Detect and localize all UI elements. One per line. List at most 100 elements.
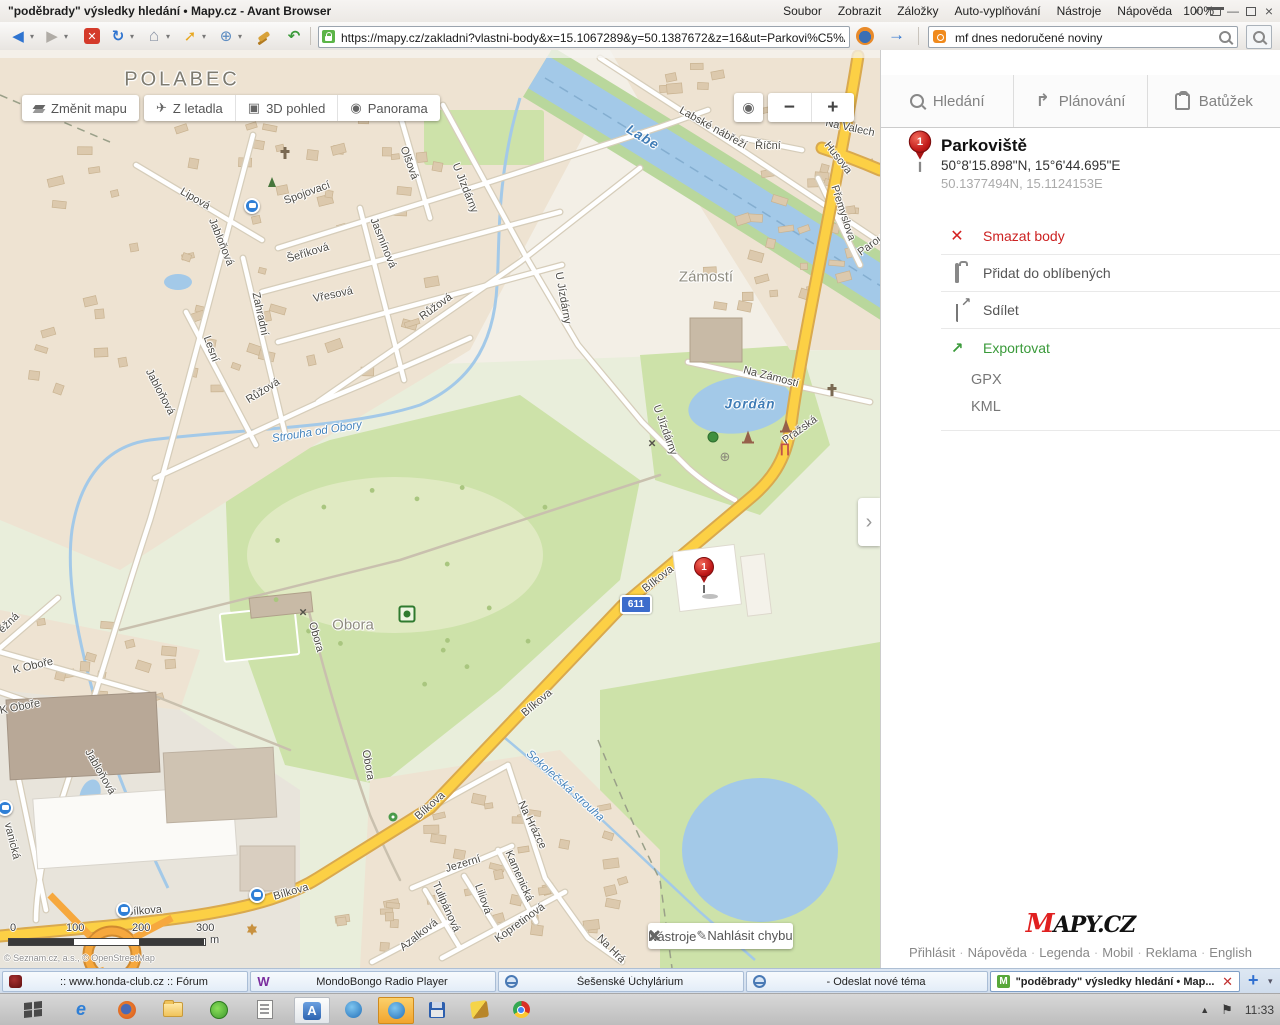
poi-restaurant-icon[interactable]: × xyxy=(299,605,307,620)
footer-link-reklama[interactable]: Reklama xyxy=(1146,945,1197,960)
browser-tab-4[interactable]: - Odeslat nové téma xyxy=(746,971,988,992)
footer-link-mobil[interactable]: Mobil xyxy=(1102,945,1133,960)
poi-bus-icon[interactable] xyxy=(116,902,132,918)
action-favorite[interactable]: Přidat do oblíbených xyxy=(941,255,1280,292)
action-share[interactable]: Sdílet xyxy=(941,292,1280,329)
cleaner-button[interactable] xyxy=(254,25,274,47)
menu-item-nstroje[interactable]: Nástroje xyxy=(1049,4,1110,18)
action-center-flag-icon[interactable]: ⚑ xyxy=(1221,1002,1233,1018)
home-button[interactable]: ⌂ xyxy=(144,25,164,47)
footer-link-pihlsit[interactable]: Přihlásit xyxy=(909,945,955,960)
poi-cross-icon[interactable] xyxy=(831,384,834,396)
poi-circlecross-icon[interactable]: ⊕ xyxy=(720,449,731,465)
menu-item-autovyplovn[interactable]: Auto-vyplňování xyxy=(947,4,1049,18)
poi-restaurant-icon[interactable]: × xyxy=(648,436,656,451)
back-button[interactable]: ◀ xyxy=(8,25,28,47)
tab-close-icon[interactable]: ✕ xyxy=(1222,974,1233,990)
translate-dropdown-icon[interactable]: ▾ xyxy=(238,32,246,41)
forward-dropdown-icon[interactable]: ▾ xyxy=(64,32,72,41)
taskbar-icon-save[interactable] xyxy=(420,997,454,1022)
taskbar-icon-notes[interactable] xyxy=(248,997,282,1022)
action-delete[interactable]: ✕Smazat body xyxy=(941,218,1280,255)
browser-tab-1[interactable]: :: www.honda-club.cz :: Fórum xyxy=(2,971,248,992)
menu-item-zloky[interactable]: Záložky xyxy=(889,4,946,18)
poi-bus-icon[interactable] xyxy=(244,198,260,214)
tray-expand-icon[interactable]: ▲ xyxy=(1200,1005,1209,1015)
new-tab-button[interactable]: + xyxy=(1248,970,1259,991)
zoom-out-button[interactable]: − xyxy=(768,93,812,122)
map-canvas[interactable]: POLABECZámostíOboraLabeJordánStrouha od … xyxy=(0,50,880,968)
poi-star-icon[interactable] xyxy=(247,924,257,933)
sidebar-tab-route[interactable]: ↱Plánování xyxy=(1013,75,1146,127)
taskbar-icon-paint[interactable] xyxy=(462,997,496,1022)
poi-tree-icon[interactable] xyxy=(708,432,719,443)
undo-button[interactable]: ↶ xyxy=(284,25,304,47)
sidebar-tab-search[interactable]: Hledání xyxy=(881,75,1013,127)
back-dropdown-icon[interactable]: ▾ xyxy=(30,32,38,41)
taskbar-icon-media[interactable] xyxy=(202,997,236,1022)
restore-icon[interactable] xyxy=(1244,4,1258,18)
upload-button[interactable]: ➚ xyxy=(180,25,200,47)
address-bar[interactable]: https://mapy.cz/zakladni?vlastni-body&x=… xyxy=(318,26,850,48)
search-box[interactable]: mf dnes nedoručené noviny xyxy=(928,26,1238,48)
browser-tab-3[interactable]: Šešenské Úchylárium xyxy=(498,971,744,992)
poi-bridge-icon[interactable]: ∏ xyxy=(780,441,791,456)
start-button[interactable] xyxy=(16,997,50,1022)
footer-link-legenda[interactable]: Legenda xyxy=(1039,945,1090,960)
poi-monument-icon[interactable] xyxy=(744,431,752,442)
mapy-logo[interactable]: MAPY.CZ xyxy=(881,909,1280,939)
taskbar-icon-firefox[interactable] xyxy=(110,997,144,1022)
sidebar-toggle[interactable]: › xyxy=(858,498,880,546)
url-text[interactable]: https://mapy.cz/zakladni?vlastni-body&x=… xyxy=(341,31,845,45)
change-map-button[interactable]: Změnit mapu xyxy=(22,95,139,121)
panorama-button[interactable]: ◉Panorama xyxy=(337,95,439,121)
locate-button[interactable]: ◉ xyxy=(734,93,763,122)
poi-flower-icon[interactable] xyxy=(389,813,398,822)
menu-dropdown-icon[interactable]: ▾ xyxy=(1190,4,1204,18)
home-dropdown-icon[interactable]: ▾ xyxy=(166,32,174,41)
minimize-icon[interactable]: — xyxy=(1226,4,1240,18)
export-option-gpx[interactable]: GPX xyxy=(941,366,1280,393)
zoom-in-button[interactable]: + xyxy=(812,93,855,122)
search-engine-icon[interactable] xyxy=(933,30,946,43)
action-export[interactable]: ↗Exportovat xyxy=(941,329,1280,366)
footer-link-npovda[interactable]: Nápověda xyxy=(968,945,1027,960)
sidebar-tab-backpack[interactable]: Batůžek xyxy=(1147,75,1280,127)
report-error-button[interactable]: ✎Nahlásit chybu xyxy=(696,928,792,944)
poi-cross-icon[interactable] xyxy=(284,147,287,159)
menu-item-npovda[interactable]: Nápověda xyxy=(1109,4,1180,18)
footer-link-english[interactable]: English xyxy=(1209,945,1252,960)
map-pin-marker[interactable]: 1 xyxy=(693,557,715,599)
refresh-dropdown-icon[interactable]: ▾ xyxy=(130,32,138,41)
translate-button[interactable]: ⊕ xyxy=(216,25,236,47)
go-button[interactable]: → xyxy=(888,25,905,45)
search-input[interactable]: mf dnes nedoručené noviny xyxy=(955,31,1102,45)
poi-monument-icon[interactable] xyxy=(782,420,790,431)
stop-button[interactable]: ✕ xyxy=(82,25,102,47)
tab-list-dropdown-icon[interactable]: ▾ xyxy=(1268,976,1273,987)
close-icon[interactable]: × xyxy=(1262,4,1276,18)
skin-icon[interactable] xyxy=(1208,4,1222,18)
menu-item-soubor[interactable]: Soubor xyxy=(775,4,830,18)
poi-conifer-icon[interactable] xyxy=(268,177,276,187)
browser-tab-2[interactable]: WMondoBongo Radio Player xyxy=(250,971,496,992)
taskbar-icon-folder[interactable] xyxy=(156,997,190,1022)
forward-button[interactable]: ▶ xyxy=(42,25,62,47)
view-3d-button[interactable]: ▣3D pohled xyxy=(235,95,338,121)
open-in-firefox-icon[interactable] xyxy=(856,27,874,45)
taskbar-icon-avant-active[interactable] xyxy=(378,997,414,1024)
taskbar-icon-ie[interactable]: e xyxy=(64,997,98,1022)
upload-dropdown-icon[interactable]: ▾ xyxy=(202,32,210,41)
poi-reserve-icon[interactable] xyxy=(399,606,416,623)
highlight-search-button[interactable] xyxy=(1246,25,1272,49)
export-option-kml[interactable]: KML xyxy=(941,393,1280,420)
taskbar-icon-msn[interactable] xyxy=(336,997,370,1022)
taskbar-icon-chrome[interactable] xyxy=(504,997,538,1022)
browser-tab-5-active[interactable]: M"poděbrady" výsledky hledání • Map...✕ xyxy=(990,971,1240,992)
map-tools-button[interactable]: Nástroje xyxy=(648,929,696,944)
menu-item-zobrazit[interactable]: Zobrazit xyxy=(830,4,889,18)
poi-bus-icon[interactable] xyxy=(249,887,265,903)
taskbar-icon-avant[interactable]: A xyxy=(294,997,330,1024)
aerial-button[interactable]: ✈Z letadla xyxy=(144,95,235,121)
search-icon[interactable] xyxy=(1219,31,1231,43)
